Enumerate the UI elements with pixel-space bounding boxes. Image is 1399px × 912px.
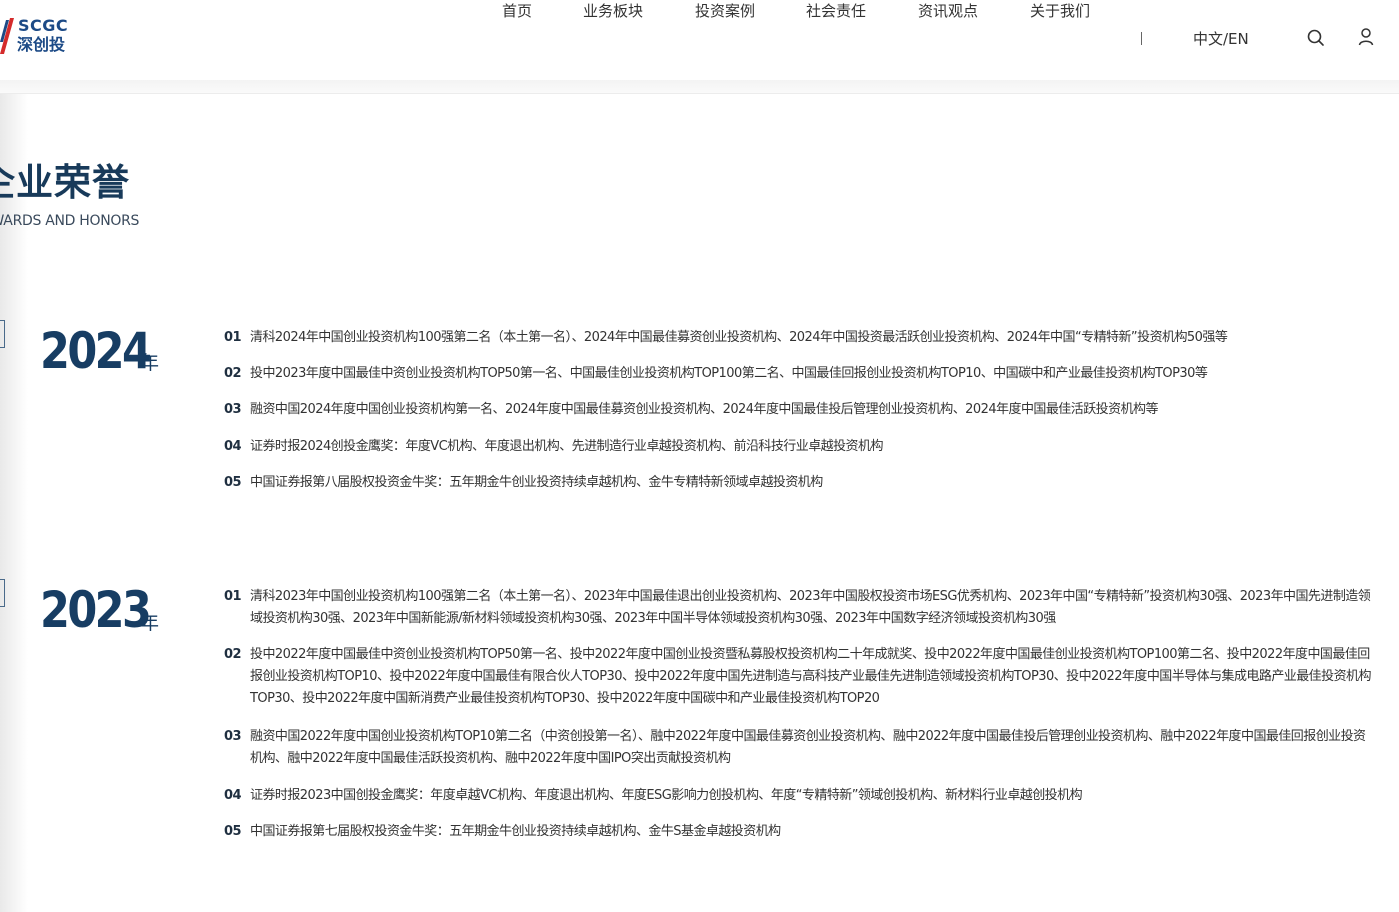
nav-item-home[interactable]: 首页: [502, 0, 532, 22]
honor-item-number: 03: [224, 402, 242, 417]
honor-item-text: 融资中国2022年度中国创业投资机构TOP10第二名（中资创投第一名）、融中20…: [250, 729, 1366, 766]
honor-item-text: 中国证券报第七届股权投资金牛奖：五年期金牛创业投资持续卓越机构、金牛S基金卓越投…: [250, 824, 781, 839]
nav-item-news[interactable]: 资讯观点: [918, 0, 978, 22]
language-switch[interactable]: 中文/EN: [1193, 28, 1249, 50]
honor-item-text: 投中2022年度中国最佳中资创业投资机构TOP50第一名、投中2022年度中国创…: [250, 647, 1371, 706]
nav-item-business[interactable]: 业务板块: [583, 0, 643, 22]
logo[interactable]: SCGC 深创投: [0, 16, 80, 56]
honor-item-number: 02: [224, 647, 242, 662]
honor-item-number: 02: [224, 366, 242, 381]
honor-item-text: 清科2023年中国创业投资机构100强第二名（本土第一名）、2023年中国最佳退…: [250, 589, 1371, 626]
header-divider: [0, 80, 1399, 94]
site-header: SCGC 深创投 首页 业务板块 投资案例 社会责任 资讯观点 关于我们 中文/…: [0, 0, 1399, 80]
honor-item-text: 投中2023年度中国最佳中资创业投资机构TOP50第一名、中国最佳创业投资机构T…: [250, 366, 1208, 381]
nav-item-about[interactable]: 关于我们: [1030, 0, 1090, 22]
honor-item-text: 清科2024年中国创业投资机构100强第二名（本土第一名）、2024年中国最佳募…: [250, 330, 1228, 345]
honor-item-text: 证券时报2024创投金鹰奖：年度VC机构、年度退出机构、先进制造行业卓越投资机构…: [250, 439, 883, 454]
user-icon[interactable]: [1356, 27, 1376, 47]
nav-item-csr[interactable]: 社会责任: [806, 0, 866, 22]
logo-mark-icon: [0, 18, 14, 54]
year-tab-2023[interactable]: [0, 579, 5, 607]
year-suffix-2024: 年: [140, 352, 160, 374]
logo-text-cn: 深创投: [17, 35, 66, 54]
honor-item-number: 01: [224, 330, 242, 345]
honor-item-text: 中国证券报第八届股权投资金牛奖：五年期金牛创业投资持续卓越机构、金牛专精特新领域…: [250, 475, 823, 490]
nav-item-cases[interactable]: 投资案例: [695, 0, 755, 22]
search-icon[interactable]: [1306, 28, 1326, 48]
logo-text-en: SCGC: [18, 16, 69, 35]
page-title: 企业荣誉: [0, 161, 130, 204]
nav-separator: [1141, 32, 1142, 45]
year-suffix-2023: 年: [140, 612, 160, 634]
honor-item-number: 05: [224, 824, 242, 839]
honor-item-number: 03: [224, 729, 242, 744]
honor-item-text: 证券时报2023中国创投金鹰奖：年度卓越VC机构、年度退出机构、年度ESG影响力…: [250, 788, 1083, 803]
honor-item-number: 04: [224, 439, 242, 454]
year-tab-2024[interactable]: [0, 320, 5, 348]
year-label-2024: 2024: [40, 322, 152, 380]
year-label-2023: 2023: [40, 581, 152, 639]
honor-item-number: 04: [224, 788, 242, 803]
honor-item-number: 05: [224, 475, 242, 490]
page-subtitle: AWARDS AND HONORS: [0, 213, 140, 229]
honor-item-number: 01: [224, 589, 242, 604]
honor-item-text: 融资中国2024年度中国创业投资机构第一名、2024年度中国最佳募资创业投资机构…: [250, 402, 1158, 417]
